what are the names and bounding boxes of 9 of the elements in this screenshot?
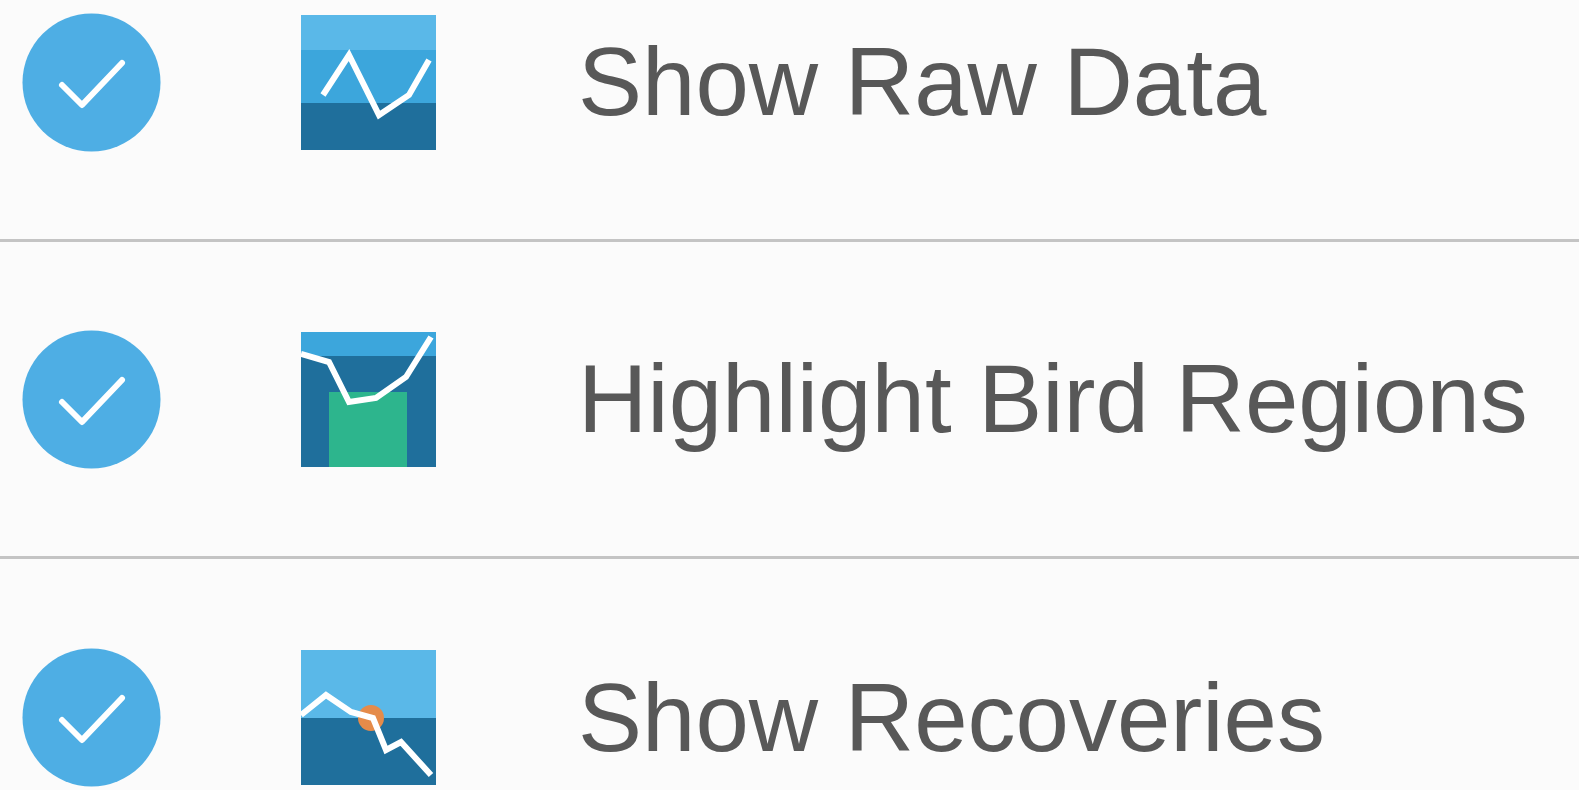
checkbox[interactable]	[22, 12, 161, 152]
option-label: Highlight Bird Regions	[578, 346, 1528, 452]
option-label: Show Recoveries	[578, 664, 1325, 771]
line-chart-icon	[301, 650, 436, 785]
checkbox[interactable]	[22, 329, 161, 469]
option-label: Show Raw Data	[578, 29, 1267, 135]
checkbox[interactable]	[22, 648, 161, 787]
area-chart-icon	[301, 331, 436, 467]
line-chart-icon	[301, 14, 436, 150]
